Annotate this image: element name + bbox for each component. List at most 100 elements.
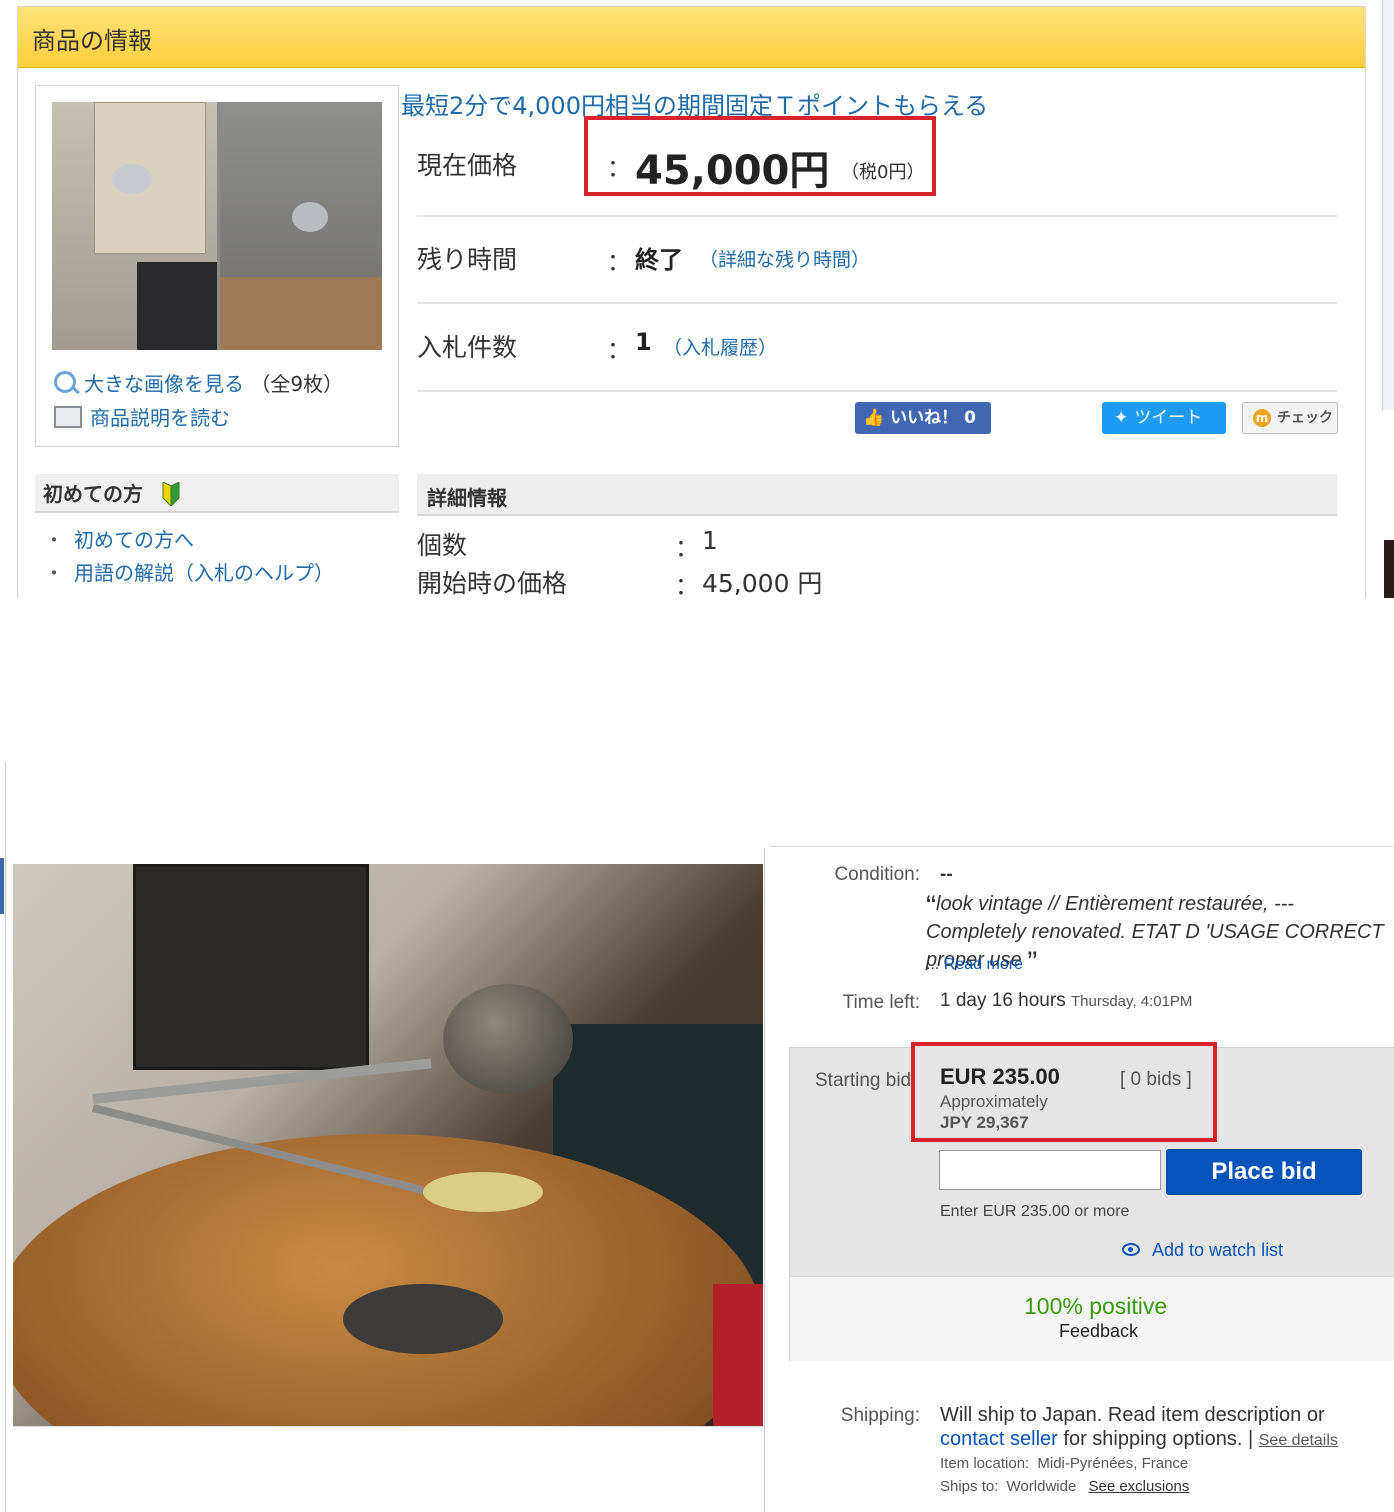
bid-history-link[interactable]: （入札履歴） [663,333,777,360]
divider [764,848,765,1512]
thumbnail-lamp-shade [112,164,152,194]
item-location-value: Midi-Pyrénées, France [1037,1455,1189,1472]
photo-red-object [713,1284,763,1426]
starting-bid-label: Starting bid: [815,1070,917,1091]
thumbnail-shelf [220,277,382,350]
bullet: ・ [44,528,64,552]
thumbnail-box: 大きな画像を見る （全9枚） 商品説明を読む [35,85,399,447]
jpy-conversion: JPY 29,367 [940,1113,1029,1132]
first-time-header: 初めての方 [35,474,399,513]
bullet: ・ [44,561,64,585]
glossary-link[interactable]: 用語の解説（入札のヘルプ） [74,561,334,585]
shipping-text-part: Will ship to Japan. Read item descriptio… [940,1404,1325,1426]
ships-to-value: Worldwide [1006,1478,1077,1495]
tweet-label: ツイート [1134,408,1203,428]
first-time-guide-link[interactable]: 初めての方へ [74,528,194,552]
photo-lamp-shade [443,984,573,1094]
time-left-label: 残り時間 [417,245,518,274]
start-price-label: 開始時の価格 [417,569,568,598]
time-left-row: 残り時間 ： 終了 （詳細な残り時間） [417,240,1337,304]
colon: ： [607,154,631,182]
read-more-row: ... Read more [926,956,1023,974]
current-price-label: 現在価格 [417,151,518,180]
separator: | [1247,1428,1254,1450]
first-time-title: 初めての方 [43,482,143,506]
see-details-link[interactable]: See details [1259,1432,1338,1449]
condition-label: Condition: [834,864,920,885]
contact-seller-link[interactable]: contact seller [940,1428,1058,1450]
time-left-row: 1 day 16 hours Thursday, 4:01PM [940,990,1192,1012]
ebay-listing-panel: Condition: -- “look vintage // Entièreme… [0,762,1394,1512]
bid-count-row: 入札件数 ： 1 （入札履歴） [417,328,1337,392]
item-main-photo[interactable] [13,864,763,1426]
open-quote: “ [926,890,936,923]
place-bid-button[interactable]: Place bid [1166,1149,1362,1195]
description-row: 商品説明を読む [54,402,230,431]
condition-value: -- [940,864,953,885]
item-info-title: 商品の情報 [32,27,152,55]
ellipsis: ... [926,956,940,973]
bid-count-value: 1 [635,328,652,356]
tweet-button[interactable]: ✦ ツイート [1102,402,1226,434]
bid-hint: Enter EUR 235.00 or more [940,1203,1130,1220]
bid-count-link[interactable]: [ 0 bids ] [1120,1069,1192,1091]
bid-count-label: 入札件数 [417,333,518,362]
starting-bid-amount: EUR 235.00 [940,1064,1060,1089]
end-time: Thursday, 4:01PM [1070,993,1193,1010]
read-more-link[interactable]: Read more [944,956,1023,973]
photo-wall-cabinet [133,864,369,1070]
check-label: チェック [1277,410,1333,426]
thumbnail-lamp-shade [292,202,328,232]
feedback-link[interactable]: Feedback [1059,1321,1138,1342]
time-left-value: 終了 [635,246,683,274]
big-image-link[interactable]: 大きな画像を見る [84,372,244,396]
start-price-value: 45,000 円 [702,569,823,598]
add-to-watch-list-link[interactable]: Add to watch list [1122,1240,1283,1261]
yahoo-auction-panel: 商品の情報 大きな画像を見る （全9枚） 商品説明を読む 初めての方 ・ 初めて… [0,0,1394,598]
shipping-label: Shipping: [840,1405,920,1426]
current-price-row: 現在価格 ： 45,000円 （税0円） [417,116,1337,217]
divider [13,1426,763,1427]
list-item: ・初めての方へ [44,524,334,557]
item-info-header: 商品の情報 [18,7,1365,68]
first-time-links: ・初めての方へ ・用語の解説（入札のヘルプ） [44,524,334,590]
time-left-value: 1 day 16 hours [940,990,1066,1011]
beginner-mark-icon [162,482,180,506]
check-button[interactable]: m チェック [1242,402,1338,434]
ships-to-row: Ships to: Worldwide See exclusions [940,1478,1189,1495]
read-description-link[interactable]: 商品説明を読む [90,406,230,430]
list-item: ・用語の解説（入札のヘルプ） [44,557,334,590]
close-quote: ” [1027,946,1038,979]
image-count: （全9枚） [250,372,344,396]
big-image-row: 大きな画像を見る （全9枚） [54,368,343,397]
item-location-label: Item location: [940,1455,1030,1472]
item-location-row: Item location: Midi-Pyrénées, France [940,1455,1188,1472]
shipping-text: Will ship to Japan. Read item descriptio… [940,1403,1390,1453]
like-label: いいね！ 0 [890,408,976,428]
watch-label: Add to watch list [1152,1240,1284,1260]
colon: ： [675,572,699,598]
time-left-label: Time left: [842,992,920,1013]
see-exclusions-link[interactable]: See exclusions [1088,1478,1189,1495]
details-title: 詳細情報 [427,486,507,510]
colon: ： [607,248,631,276]
shipping-text-part: for shipping options. [1063,1428,1243,1450]
magnifier-icon [54,371,76,393]
colon: ： [675,534,699,562]
like-button[interactable]: 👍 いいね！ 0 [855,402,991,434]
thumbnail-left-photo [52,102,217,350]
price-tax: （税0円） [841,162,925,183]
detailed-time-link[interactable]: （詳細な残り時間） [699,245,870,272]
right-side-column [1382,0,1394,410]
eye-icon [1122,1243,1140,1256]
m-icon: m [1253,409,1271,427]
quantity-value: 1 [702,526,718,555]
bid-amount-input[interactable] [939,1150,1161,1190]
item-thumbnail[interactable] [52,102,382,350]
approximately-label: Approximately [940,1092,1048,1111]
quantity-label: 個数 [417,531,468,560]
current-price-value: 45,000円 [635,148,830,194]
colon: ： [607,336,631,364]
photo-fruit-plate [423,1172,543,1212]
thumbs-up-icon: 👍 [863,408,885,428]
